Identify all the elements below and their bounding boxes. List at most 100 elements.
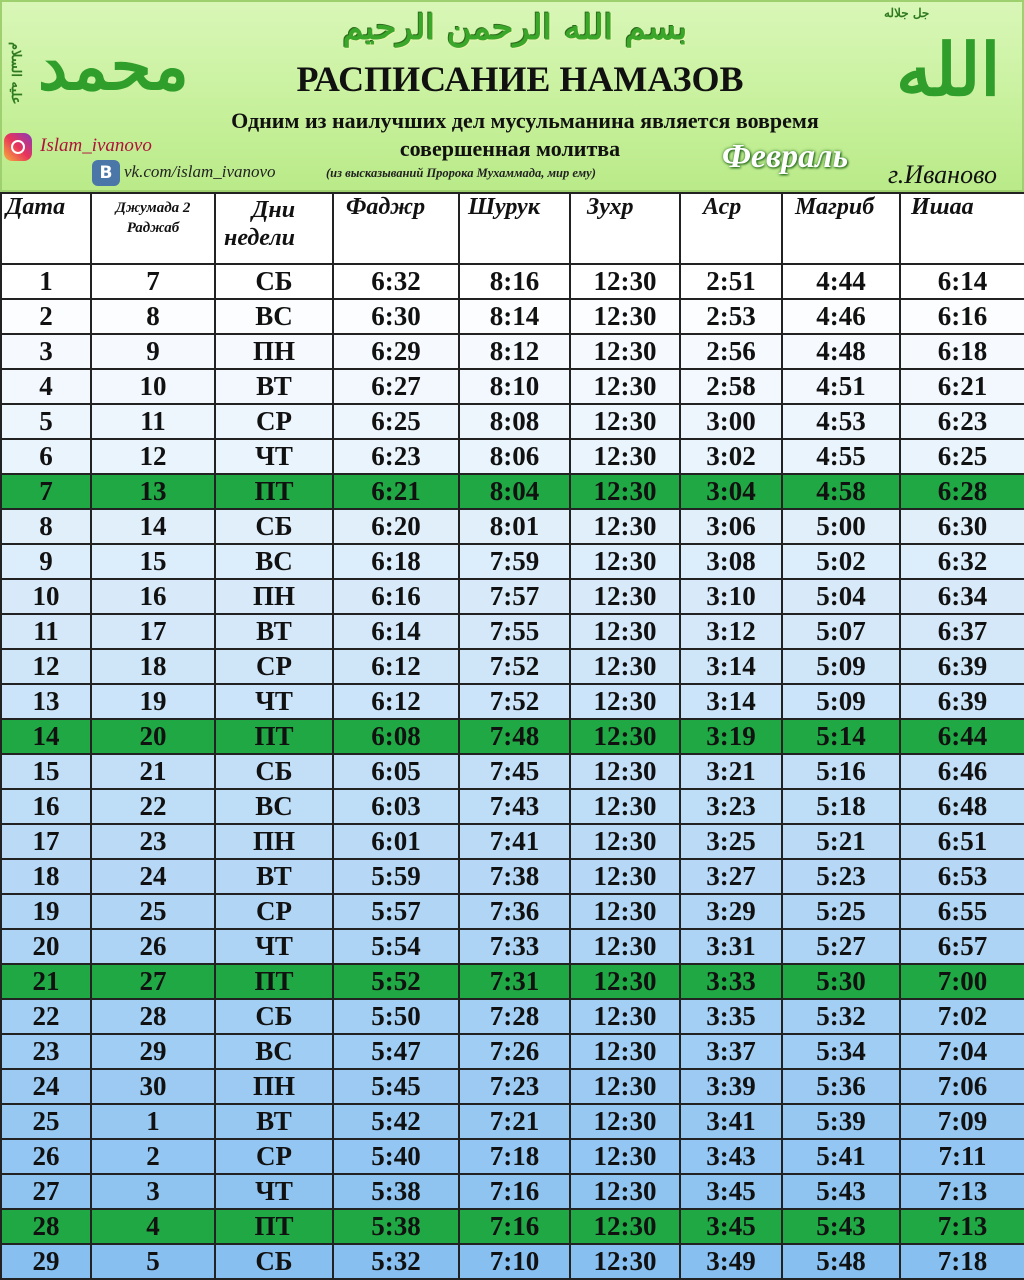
cell-hijri-day: 24 — [90, 858, 216, 895]
cell-shuruk: 7:33 — [458, 928, 571, 965]
cell-fajr: 6:16 — [332, 578, 460, 615]
cell-zuhr: 12:30 — [569, 893, 681, 930]
cell-maghrib: 5:14 — [781, 718, 901, 755]
calligraphy-left-main: محمد — [38, 27, 189, 105]
cell-date: 20 — [0, 928, 92, 965]
cell-asr: 3:10 — [679, 578, 783, 615]
cell-asr: 2:56 — [679, 333, 783, 370]
col-header-isha: Ишаа — [899, 192, 1024, 265]
cell-isha: 6:18 — [899, 333, 1024, 370]
cell-shuruk: 7:31 — [458, 963, 571, 1000]
cell-date: 4 — [0, 368, 92, 405]
cell-maghrib: 5:34 — [781, 1033, 901, 1070]
cell-weekday: ПН — [214, 578, 334, 615]
cell-hijri-day: 7 — [90, 263, 216, 300]
cell-weekday: ЧТ — [214, 438, 334, 475]
cell-isha: 6:30 — [899, 508, 1024, 545]
cell-date: 16 — [0, 788, 92, 825]
cell-weekday: ВТ — [214, 368, 334, 405]
cell-isha: 6:21 — [899, 368, 1024, 405]
instagram-handle[interactable]: Islam_ivanovo — [40, 135, 152, 157]
cell-hijri-day: 13 — [90, 473, 216, 510]
cell-fajr: 5:47 — [332, 1033, 460, 1070]
table-row: 10 16 ПН 6:16 7:57 12:30 3:10 5:04 6:34 — [0, 578, 1024, 615]
cell-hijri-day: 12 — [90, 438, 216, 475]
calligraphy-right-main: الله — [896, 27, 1001, 112]
cell-hijri-day: 26 — [90, 928, 216, 965]
cell-weekday: ПТ — [214, 473, 334, 510]
cell-shuruk: 7:36 — [458, 893, 571, 930]
cell-fajr: 5:42 — [332, 1103, 460, 1140]
calligraphy-right-small: جل جلاله — [884, 6, 930, 20]
instagram-icon — [4, 133, 32, 161]
cell-asr: 3:43 — [679, 1138, 783, 1175]
cell-shuruk: 8:04 — [458, 473, 571, 510]
table-row: 20 26 ЧТ 5:54 7:33 12:30 3:31 5:27 6:57 — [0, 928, 1024, 965]
cell-isha: 6:25 — [899, 438, 1024, 475]
table-row: 19 25 СР 5:57 7:36 12:30 3:29 5:25 6:55 — [0, 893, 1024, 930]
table-row: 12 18 СР 6:12 7:52 12:30 3:14 5:09 6:39 — [0, 648, 1024, 685]
cell-weekday: СБ — [214, 263, 334, 300]
cell-shuruk: 7:55 — [458, 613, 571, 650]
cell-weekday: СР — [214, 1138, 334, 1175]
cell-maghrib: 4:46 — [781, 298, 901, 335]
cell-date: 7 — [0, 473, 92, 510]
cell-shuruk: 7:57 — [458, 578, 571, 615]
header-banner: محمد عليه السلام بسم الله الرحمن الرحيم … — [0, 0, 1024, 192]
cell-zuhr: 12:30 — [569, 508, 681, 545]
cell-date: 13 — [0, 683, 92, 720]
table-row: 1 7 СБ 6:32 8:16 12:30 2:51 4:44 6:14 — [0, 263, 1024, 300]
cell-zuhr: 12:30 — [569, 298, 681, 335]
cell-date: 6 — [0, 438, 92, 475]
cell-asr: 3:29 — [679, 893, 783, 930]
cell-isha: 6:23 — [899, 403, 1024, 440]
cell-maghrib: 5:09 — [781, 683, 901, 720]
cell-fajr: 6:12 — [332, 683, 460, 720]
cell-maghrib: 5:23 — [781, 858, 901, 895]
cell-date: 24 — [0, 1068, 92, 1105]
cell-zuhr: 12:30 — [569, 438, 681, 475]
cell-isha: 6:46 — [899, 753, 1024, 790]
cell-fajr: 6:32 — [332, 263, 460, 300]
cell-asr: 3:35 — [679, 998, 783, 1035]
cell-hijri-day: 25 — [90, 893, 216, 930]
cell-weekday: СР — [214, 648, 334, 685]
cell-asr: 3:02 — [679, 438, 783, 475]
cell-asr: 3:33 — [679, 963, 783, 1000]
basmala: بسم الله الرحمن الرحيم — [342, 8, 688, 48]
cell-hijri-day: 5 — [90, 1243, 216, 1280]
table-row: 21 27 ПТ 5:52 7:31 12:30 3:33 5:30 7:00 — [0, 963, 1024, 1000]
cell-maghrib: 5:30 — [781, 963, 901, 1000]
cell-date: 9 — [0, 543, 92, 580]
col-header-zuhr: Зухр — [569, 192, 681, 265]
cell-fajr: 5:38 — [332, 1173, 460, 1210]
cell-fajr: 6:03 — [332, 788, 460, 825]
cell-hijri-day: 2 — [90, 1138, 216, 1175]
cell-isha: 7:18 — [899, 1243, 1024, 1280]
cell-zuhr: 12:30 — [569, 368, 681, 405]
cell-date: 18 — [0, 858, 92, 895]
vk-link[interactable]: vk.com/islam_ivanovo — [124, 162, 276, 182]
cell-asr: 3:31 — [679, 928, 783, 965]
col-header-date: Дата — [0, 192, 92, 265]
cell-isha: 6:28 — [899, 473, 1024, 510]
cell-hijri-day: 17 — [90, 613, 216, 650]
cell-isha: 6:14 — [899, 263, 1024, 300]
cell-fajr: 6:18 — [332, 543, 460, 580]
cell-shuruk: 8:06 — [458, 438, 571, 475]
cell-zuhr: 12:30 — [569, 1103, 681, 1140]
cell-fajr: 6:12 — [332, 648, 460, 685]
cell-maghrib: 5:32 — [781, 998, 901, 1035]
cell-weekday: СБ — [214, 753, 334, 790]
cell-date: 28 — [0, 1208, 92, 1245]
cell-asr: 3:25 — [679, 823, 783, 860]
cell-weekday: ЧТ — [214, 683, 334, 720]
col-header-fajr: Фаджр — [332, 192, 460, 265]
cell-asr: 2:53 — [679, 298, 783, 335]
cell-hijri-day: 20 — [90, 718, 216, 755]
cell-hijri-day: 21 — [90, 753, 216, 790]
cell-weekday: ЧТ — [214, 1173, 334, 1210]
cell-asr: 3:04 — [679, 473, 783, 510]
table-row: 28 4 ПТ 5:38 7:16 12:30 3:45 5:43 7:13 — [0, 1208, 1024, 1245]
cell-isha: 7:04 — [899, 1033, 1024, 1070]
